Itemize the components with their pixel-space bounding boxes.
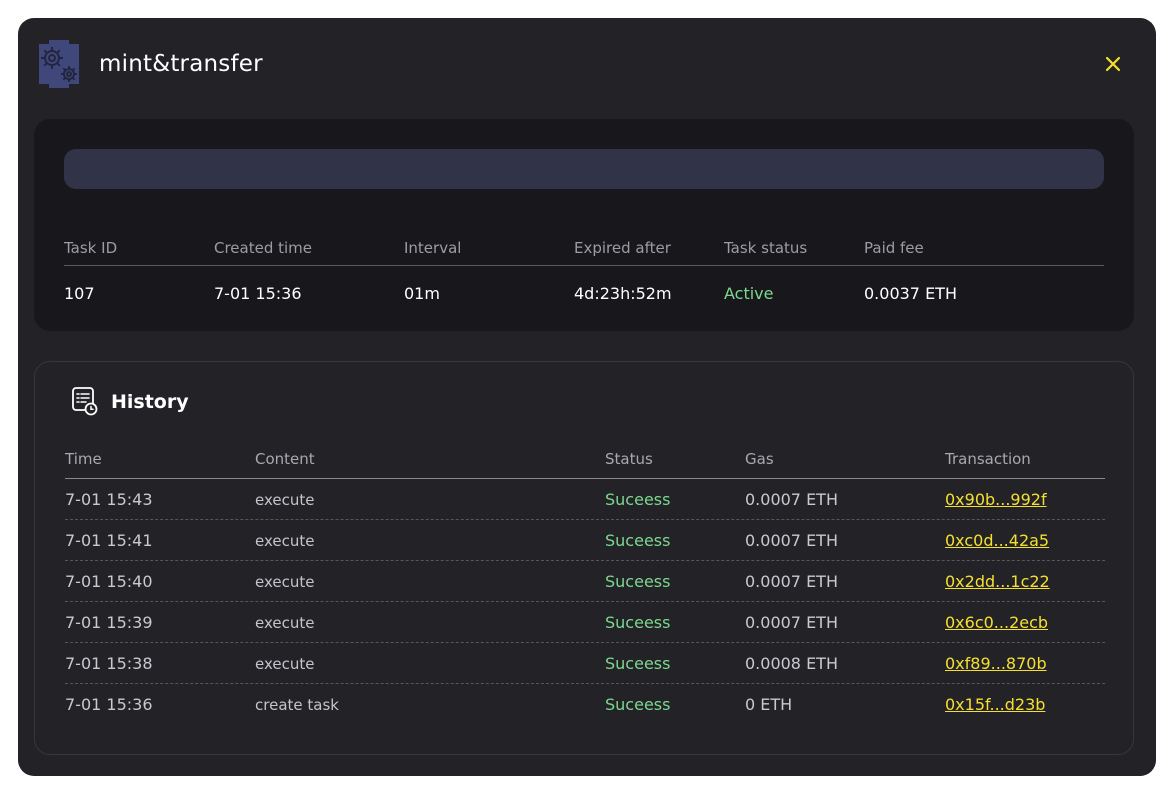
row-status: Suceess bbox=[605, 695, 671, 714]
row-time: 7-01 15:43 bbox=[65, 490, 153, 509]
row-transaction-link[interactable]: 0x6c0...2ecb bbox=[945, 612, 1048, 634]
interval-value: 01m bbox=[404, 284, 440, 303]
task-id-value: 107 bbox=[64, 284, 95, 303]
history-card: History Time Content Status Gas Transact… bbox=[34, 361, 1134, 755]
content-header: Content bbox=[255, 450, 315, 468]
row-transaction-link[interactable]: 0x15f...d23b bbox=[945, 694, 1045, 716]
expired-after-value: 4d:23h:52m bbox=[574, 284, 672, 303]
row-time: 7-01 15:41 bbox=[65, 531, 153, 550]
history-table-header: Time Content Status Gas Transaction bbox=[65, 448, 1105, 479]
row-gas: 0 ETH bbox=[745, 695, 793, 714]
row-gas: 0.0007 ETH bbox=[745, 490, 838, 509]
row-gas: 0.0007 ETH bbox=[745, 613, 838, 632]
paid-fee-header: Paid fee bbox=[864, 239, 924, 257]
close-icon[interactable] bbox=[1101, 52, 1125, 76]
interval-header: Interval bbox=[404, 239, 462, 257]
history-log-icon bbox=[72, 387, 98, 416]
history-table: Time Content Status Gas Transaction 7-01… bbox=[65, 448, 1105, 724]
row-content: execute bbox=[255, 614, 315, 632]
gears-icon bbox=[39, 40, 79, 88]
row-content: execute bbox=[255, 532, 315, 550]
task-detail-modal: mint&transfer Task ID Created time Inter… bbox=[18, 18, 1156, 776]
task-info-header: Task ID Created time Interval Expired af… bbox=[64, 235, 1104, 266]
task-status-value: Active bbox=[724, 284, 774, 303]
row-content: create task bbox=[255, 696, 339, 714]
time-header: Time bbox=[65, 450, 102, 468]
row-transaction-link[interactable]: 0x90b...992f bbox=[945, 489, 1047, 511]
row-gas: 0.0008 ETH bbox=[745, 654, 838, 673]
row-status: Suceess bbox=[605, 490, 671, 509]
row-time: 7-01 15:39 bbox=[65, 613, 153, 632]
table-row: 7-01 15:40 execute Suceess 0.0007 ETH 0x… bbox=[65, 561, 1105, 602]
row-gas: 0.0007 ETH bbox=[745, 572, 838, 591]
row-status: Suceess bbox=[605, 531, 671, 550]
table-row: 7-01 15:43 execute Suceess 0.0007 ETH 0x… bbox=[65, 479, 1105, 520]
row-time: 7-01 15:40 bbox=[65, 572, 153, 591]
table-row: 7-01 15:41 execute Suceess 0.0007 ETH 0x… bbox=[65, 520, 1105, 561]
table-row: 7-01 15:36 create task Suceess 0 ETH 0x1… bbox=[65, 684, 1105, 724]
row-transaction-link[interactable]: 0x2dd...1c22 bbox=[945, 571, 1050, 593]
row-status: Suceess bbox=[605, 572, 671, 591]
row-time: 7-01 15:36 bbox=[65, 695, 153, 714]
created-time-value: 7-01 15:36 bbox=[214, 284, 302, 303]
modal-header: mint&transfer bbox=[18, 18, 1156, 110]
paid-fee-value: 0.0037 ETH bbox=[864, 284, 957, 303]
row-content: execute bbox=[255, 573, 315, 591]
task-id-header: Task ID bbox=[64, 239, 118, 257]
row-status: Suceess bbox=[605, 654, 671, 673]
row-content: execute bbox=[255, 491, 315, 509]
gas-header: Gas bbox=[745, 450, 774, 468]
task-info-row: 107 7-01 15:36 01m 4d:23h:52m Active 0.0… bbox=[64, 266, 1104, 322]
row-transaction-link[interactable]: 0xf89...870b bbox=[945, 653, 1047, 675]
history-title: History bbox=[111, 391, 189, 413]
expired-after-header: Expired after bbox=[574, 239, 671, 257]
row-status: Suceess bbox=[605, 613, 671, 632]
row-transaction-link[interactable]: 0xc0d...42a5 bbox=[945, 530, 1049, 552]
task-info-table: Task ID Created time Interval Expired af… bbox=[64, 235, 1104, 322]
status-header: Status bbox=[605, 450, 653, 468]
task-status-header: Task status bbox=[724, 239, 808, 257]
task-info-card: Task ID Created time Interval Expired af… bbox=[34, 119, 1134, 331]
modal-title: mint&transfer bbox=[99, 51, 263, 77]
table-row: 7-01 15:39 execute Suceess 0.0007 ETH 0x… bbox=[65, 602, 1105, 643]
row-time: 7-01 15:38 bbox=[65, 654, 153, 673]
row-content: execute bbox=[255, 655, 315, 673]
transaction-header: Transaction bbox=[945, 450, 1031, 468]
table-row: 7-01 15:38 execute Suceess 0.0008 ETH 0x… bbox=[65, 643, 1105, 684]
row-gas: 0.0007 ETH bbox=[745, 531, 838, 550]
task-progress-bar bbox=[64, 149, 1104, 189]
created-time-header: Created time bbox=[214, 239, 313, 257]
